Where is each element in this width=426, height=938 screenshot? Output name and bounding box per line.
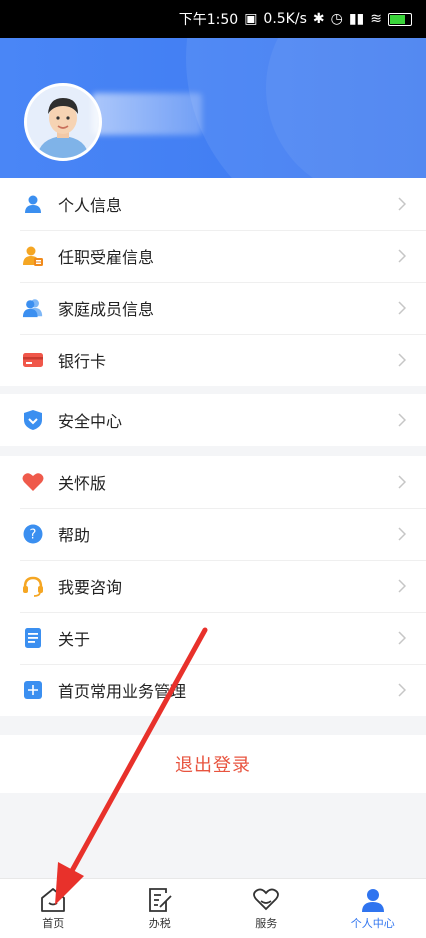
tab-home[interactable]: 首页	[0, 879, 107, 938]
menu-label: 关怀版	[58, 470, 106, 494]
network-speed: 0.5K/s	[263, 11, 306, 27]
user-icon	[359, 887, 387, 913]
menu-item-family-info[interactable]: 家庭成员信息	[0, 282, 426, 334]
menu-item-help[interactable]: ? 帮助	[0, 508, 426, 560]
status-bar: 下午1:50 ▣ 0.5K/s ✱ ◷ ▮▮ ≋	[0, 0, 426, 38]
menu-label: 任职受雇信息	[58, 244, 154, 268]
document-icon	[22, 627, 44, 649]
profile-header	[0, 38, 426, 178]
tab-service[interactable]: 服务	[213, 879, 320, 938]
menu-group-security: 安全中心	[0, 394, 426, 446]
menu-label: 关于	[58, 626, 90, 650]
menu-group-profile: 个人信息 任职受雇信息 家庭成员信息 银行卡	[0, 178, 426, 386]
bank-card-icon	[22, 349, 44, 371]
menu-item-consult[interactable]: 我要咨询	[0, 560, 426, 612]
plus-square-icon	[22, 679, 44, 701]
menu-item-about[interactable]: 关于	[0, 612, 426, 664]
status-time: 下午1:50	[179, 9, 238, 29]
tab-label: 办税	[149, 915, 171, 931]
menu-item-care-version[interactable]: 关怀版	[0, 456, 426, 508]
heart-hands-icon	[251, 887, 281, 913]
chevron-right-icon	[398, 353, 406, 367]
username-redacted	[92, 93, 202, 135]
menu-label: 首页常用业务管理	[58, 678, 186, 702]
menu-label: 银行卡	[58, 348, 106, 372]
bottom-tab-bar: 首页 办税 服务 个人中心	[0, 878, 426, 938]
signal-icon: ▮▮	[349, 11, 364, 27]
tab-label: 首页	[42, 915, 64, 931]
chevron-right-icon	[398, 197, 406, 211]
wifi-icon: ≋	[370, 11, 382, 27]
help-icon: ?	[22, 523, 44, 545]
menu-item-personal-info[interactable]: 个人信息	[0, 178, 426, 230]
chevron-right-icon	[398, 527, 406, 541]
menu-item-security-center[interactable]: 安全中心	[0, 394, 426, 446]
menu-label: 我要咨询	[58, 574, 122, 598]
bluetooth-icon: ✱	[313, 11, 325, 27]
battery-icon	[388, 13, 412, 26]
menu-group-misc: 关怀版 ? 帮助 我要咨询 关于 首页常用业务管理	[0, 456, 426, 716]
chevron-right-icon	[398, 301, 406, 315]
alarm-icon: ◷	[331, 11, 343, 27]
chevron-right-icon	[398, 631, 406, 645]
avatar[interactable]	[24, 83, 102, 161]
menu-item-homepage-business[interactable]: 首页常用业务管理	[0, 664, 426, 716]
heart-icon	[22, 471, 44, 493]
menu-label: 帮助	[58, 522, 90, 546]
edit-document-icon	[146, 887, 174, 913]
chevron-right-icon	[398, 683, 406, 697]
home-icon	[39, 887, 67, 913]
chevron-right-icon	[398, 579, 406, 593]
menu-label: 安全中心	[58, 408, 122, 432]
family-icon	[22, 297, 44, 319]
shield-icon	[22, 409, 44, 431]
menu-item-employment-info[interactable]: 任职受雇信息	[0, 230, 426, 282]
chevron-right-icon	[398, 475, 406, 489]
chevron-right-icon	[398, 413, 406, 427]
menu-label: 个人信息	[58, 192, 122, 216]
menu-item-bank-card[interactable]: 银行卡	[0, 334, 426, 386]
tab-label: 服务	[255, 915, 277, 931]
person-icon	[22, 193, 44, 215]
tab-tax[interactable]: 办税	[107, 879, 214, 938]
logout-button[interactable]: 退出登录	[0, 735, 426, 793]
notification-icon: ▣	[244, 11, 257, 27]
svg-text:?: ?	[30, 528, 37, 543]
headset-icon	[22, 575, 44, 597]
tab-personal-center[interactable]: 个人中心	[320, 879, 426, 938]
employment-icon	[22, 245, 44, 267]
menu-label: 家庭成员信息	[58, 296, 154, 320]
chevron-right-icon	[398, 249, 406, 263]
tab-label: 个人中心	[351, 915, 395, 931]
